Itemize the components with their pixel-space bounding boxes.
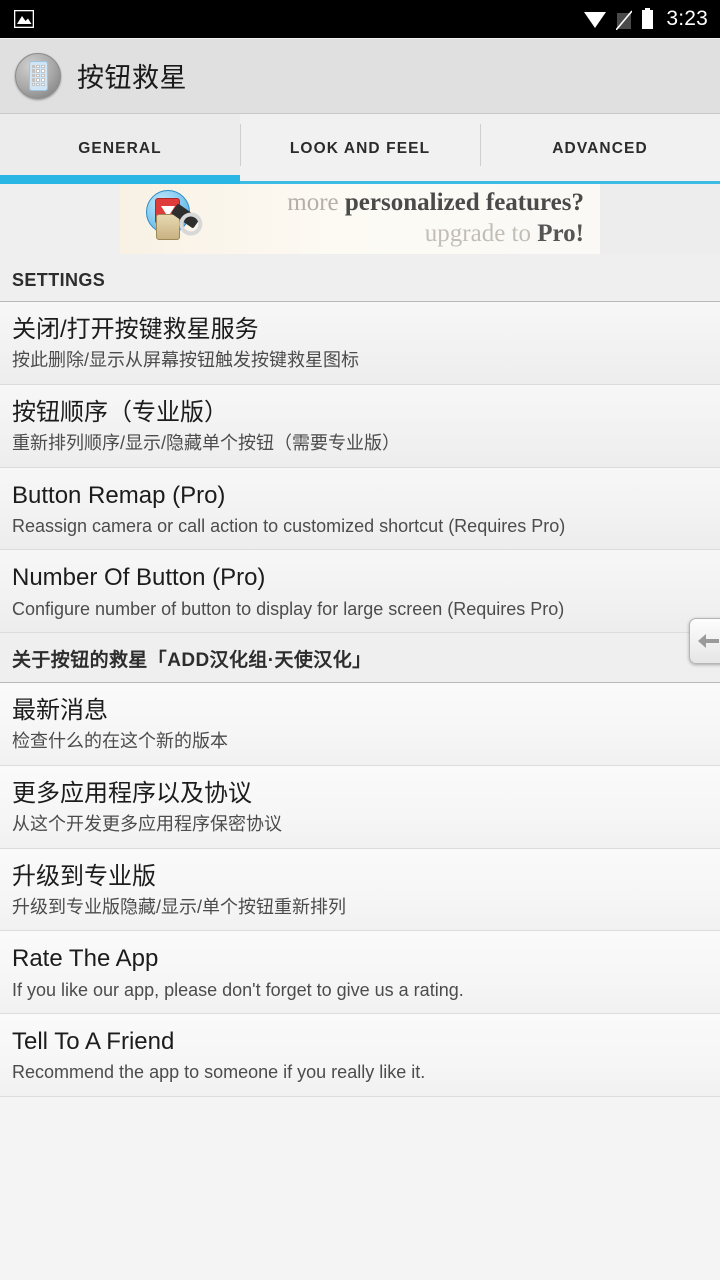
tab-general[interactable]: GENERAL (0, 114, 240, 184)
list-item[interactable]: 最新消息 检查什么的在这个新的版本 (0, 683, 720, 766)
list-item-title: Rate The App (12, 945, 159, 973)
list-item-subtitle: 从这个开发更多应用程序保密协议 (12, 814, 282, 835)
banner-line2-bold: Pro! (537, 220, 584, 247)
list-item-subtitle: If you like our app, please don't forget… (12, 979, 464, 1000)
list-item[interactable]: 更多应用程序以及协议 从这个开发更多应用程序保密协议 (0, 765, 720, 849)
list-item-title: Number Of Button (Pro) (12, 564, 266, 592)
list-item[interactable]: 升级到专业版 升级到专业版隐藏/显示/单个按钮重新排列 (0, 848, 720, 932)
status-bar-notifications (14, 10, 583, 28)
list-item-subtitle: 按此删除/显示从屏幕按钮触发按键救星图标 (12, 350, 359, 371)
list-item[interactable]: Tell To A Friend Recommend the app to so… (0, 1014, 720, 1097)
list-item-title: 按钮顺序（专业版） (12, 398, 228, 426)
list-item-subtitle: 升级到专业版隐藏/显示/单个按钮重新排列 (12, 896, 347, 917)
status-bar-clock: 3:23 (666, 7, 708, 30)
page-title: 按钮救星 (77, 63, 187, 93)
list-item-subtitle: 重新排列顺序/显示/隐藏单个按钮（需要专业版） (12, 433, 400, 454)
banner-line1-bold: personalized features? (344, 189, 584, 217)
status-bar-system-icons: 3:23 (583, 7, 708, 31)
list-item-subtitle: Configure number of button to display fo… (12, 598, 565, 619)
tab-general-indicator (0, 175, 240, 184)
app-screen: 3:23 按钮救星 GENERAL LOOK AND FEEL ADVANCED (0, 0, 720, 1280)
section-header-settings: SETTINGS (0, 254, 720, 302)
list-item[interactable]: Rate The App If you like our app, please… (0, 931, 720, 1015)
list-item-subtitle: Reassign camera or call action to custom… (12, 515, 566, 536)
back-arrow-icon (698, 632, 720, 650)
tab-general-label: GENERAL (78, 140, 162, 157)
list-item[interactable]: Button Remap (Pro) Reassign camera or ca… (0, 467, 720, 551)
no-sim-icon (616, 9, 633, 30)
list-item-subtitle: 检查什么的在这个新的版本 (12, 731, 228, 752)
floating-overlay-button[interactable] (689, 618, 720, 664)
banner-line2-plain: upgrade to (424, 220, 538, 247)
tab-look-and-feel-label: LOOK AND FEEL (289, 140, 431, 157)
settings-list[interactable]: more personalized features? upgrade to P… (0, 184, 720, 1280)
list-item[interactable]: 按钮顺序（专业版） 重新排列顺序/显示/隐藏单个按钮（需要专业版） (0, 384, 720, 468)
section-header-about: 关于按钮的救星「ADD汉化组·天使汉化」 (0, 633, 720, 684)
action-bar: 按钮救星 (0, 38, 720, 114)
lock-key-upgrade-icon (142, 188, 204, 250)
tab-look-and-feel[interactable]: LOOK AND FEEL (240, 114, 480, 184)
banner-line1-plain: more (287, 189, 345, 217)
app-keypad-icon (15, 52, 61, 99)
wifi-icon (583, 10, 607, 29)
list-item-title: Button Remap (Pro) (12, 481, 226, 509)
battery-icon (641, 8, 654, 30)
list-item-title: 更多应用程序以及协议 (12, 779, 252, 807)
image-icon (14, 10, 34, 28)
status-bar: 3:23 (0, 0, 720, 38)
list-item-title: 升级到专业版 (12, 862, 156, 890)
list-item[interactable]: 关闭/打开按键救星服务 按此删除/显示从屏幕按钮触发按键救星图标 (0, 302, 720, 385)
list-item[interactable]: Number Of Button (Pro) Configure number … (0, 550, 720, 634)
list-item-title: 关闭/打开按键救星服务 (12, 316, 259, 343)
list-item-subtitle: Recommend the app to someone if you real… (12, 1062, 426, 1083)
tab-advanced[interactable]: ADVANCED (480, 114, 720, 184)
list-item-title: 最新消息 (12, 697, 108, 725)
tab-advanced-label: ADVANCED (552, 140, 648, 157)
list-item-title: Tell To A Friend (12, 1028, 175, 1056)
tab-bar: GENERAL LOOK AND FEEL ADVANCED (0, 114, 720, 184)
upgrade-banner[interactable]: more personalized features? upgrade to P… (0, 184, 720, 254)
